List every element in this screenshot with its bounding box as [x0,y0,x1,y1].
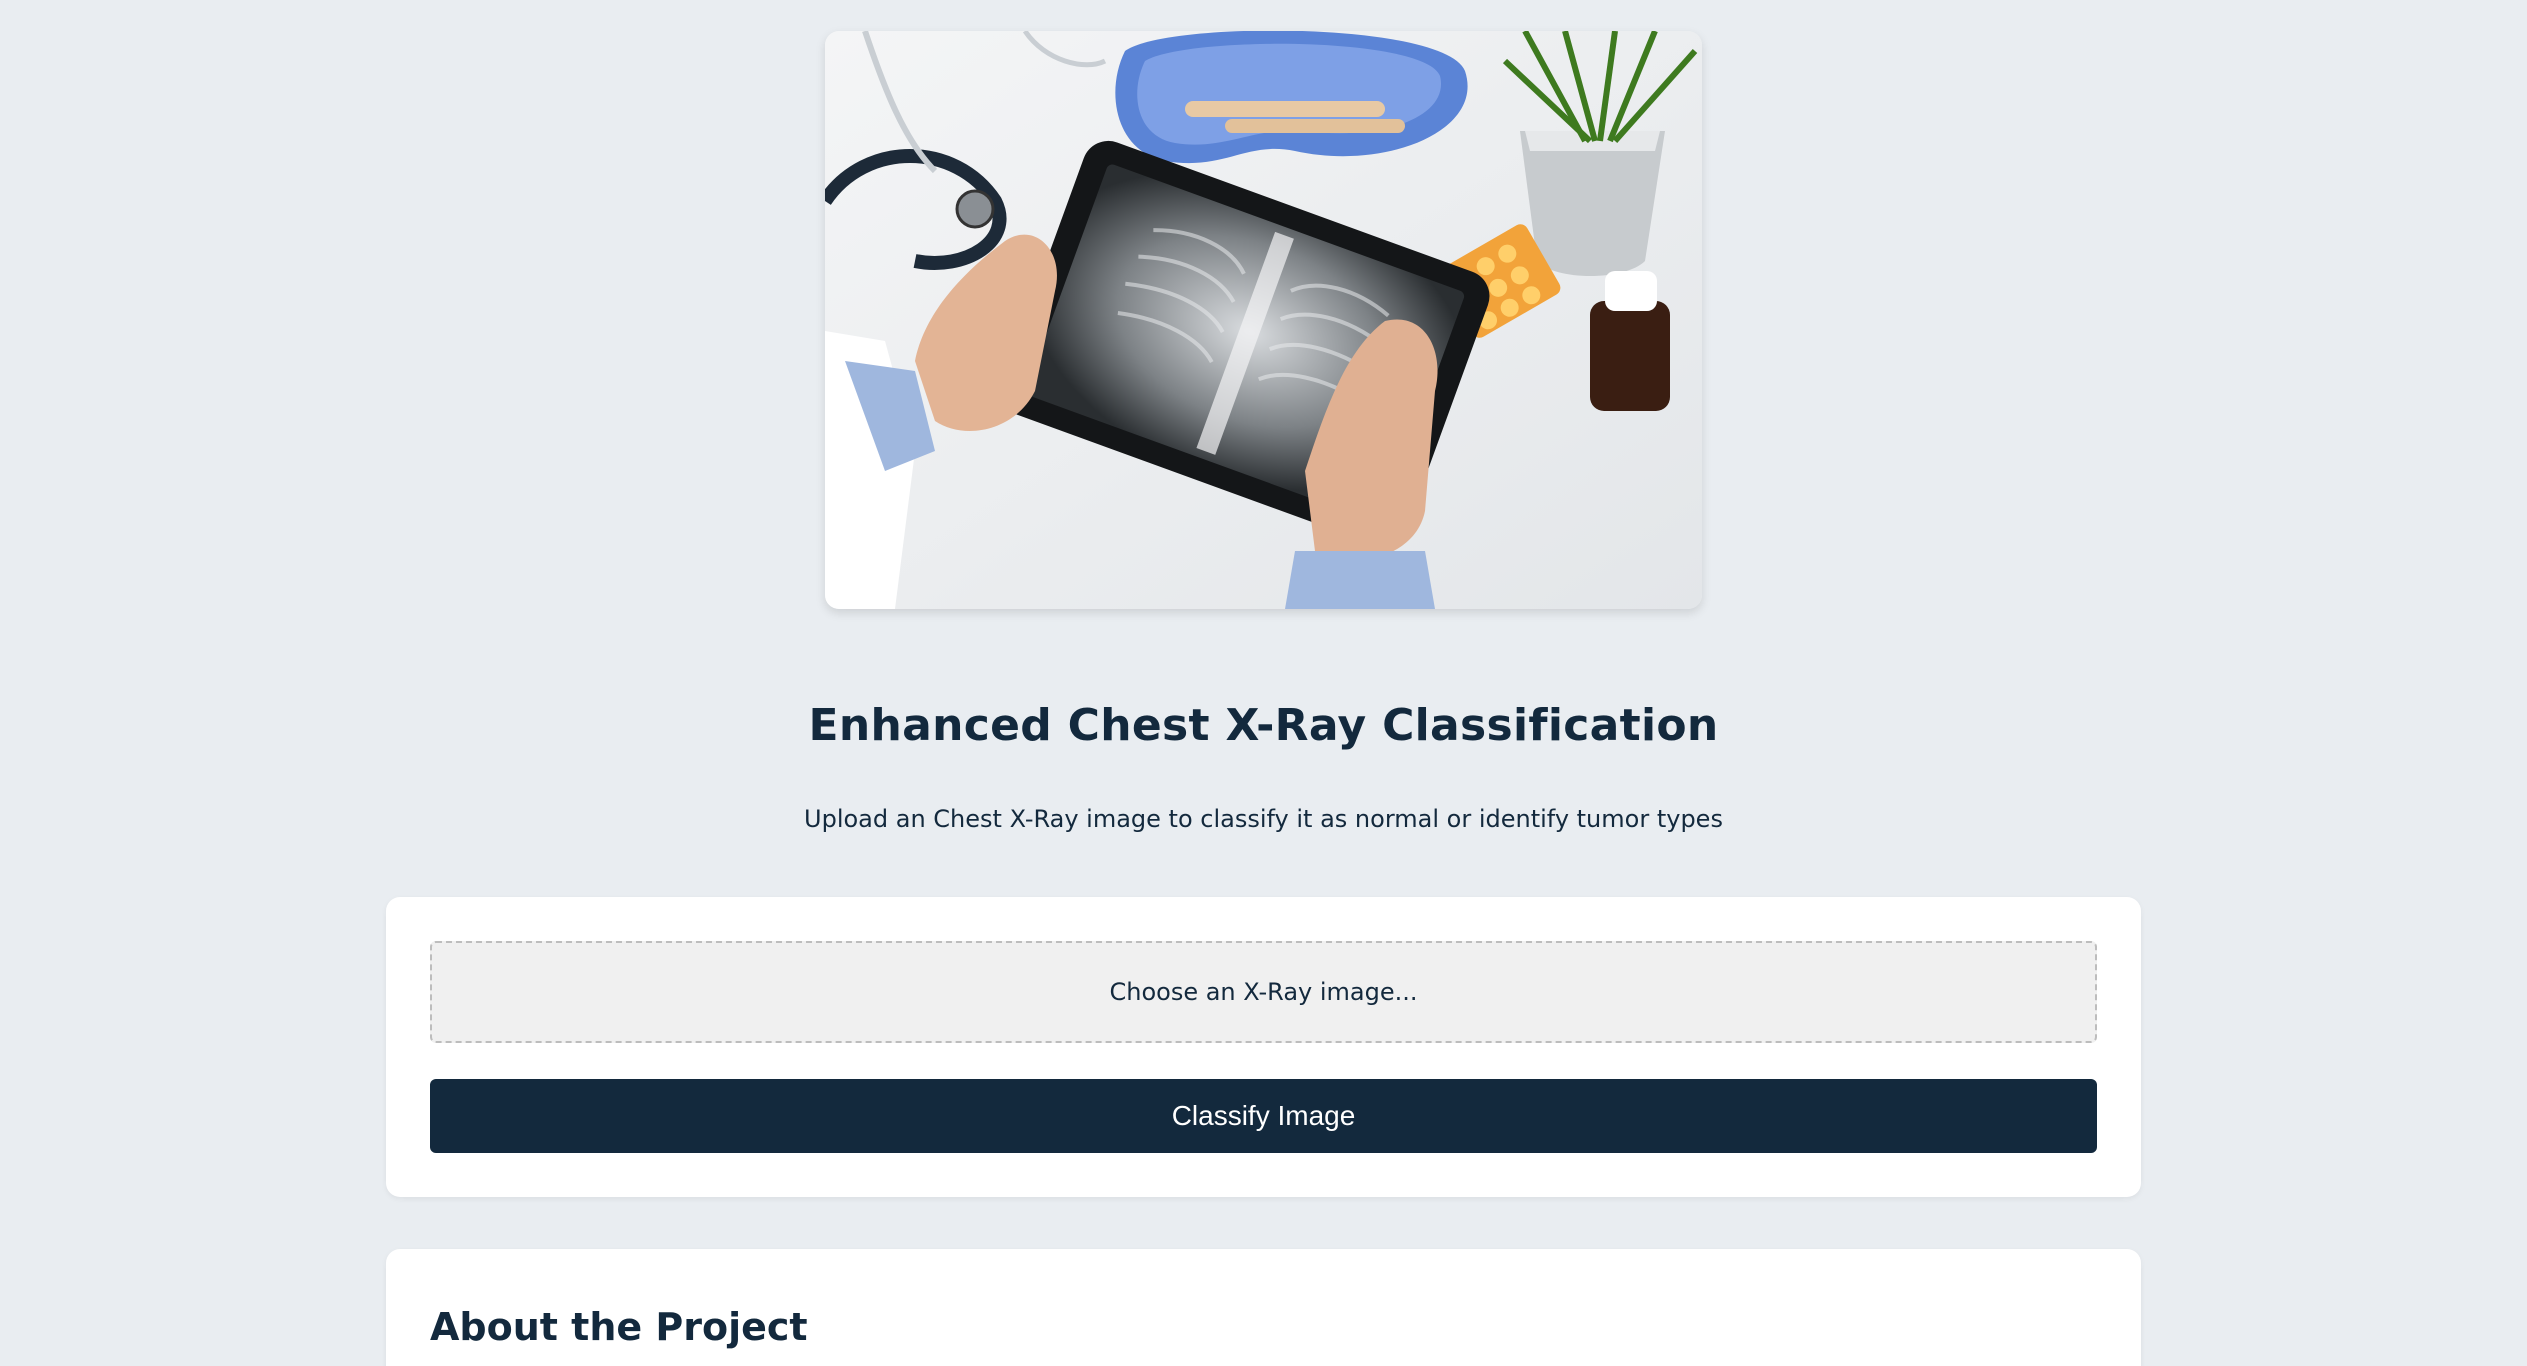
about-heading: About the Project [430,1305,808,1349]
page-subtitle: Upload an Chest X-Ray image to classify … [804,805,1723,833]
about-card: About the Project [386,1249,2141,1366]
classify-image-button-label: Classify Image [1171,1100,1356,1131]
page: Enhanced Chest X-Ray Classification Uplo… [0,0,2527,1366]
xray-tablet-illustration [825,31,1702,609]
file-upload-placeholder: Choose an X-Ray image... [1109,978,1418,1006]
hero-image [825,31,1702,609]
upload-card: Choose an X-Ray image... Classify Image [386,897,2141,1197]
file-upload-input[interactable]: Choose an X-Ray image... [430,941,2097,1043]
classify-image-button[interactable]: Classify Image [430,1079,2097,1153]
page-title: Enhanced Chest X-Ray Classification [808,700,1719,751]
